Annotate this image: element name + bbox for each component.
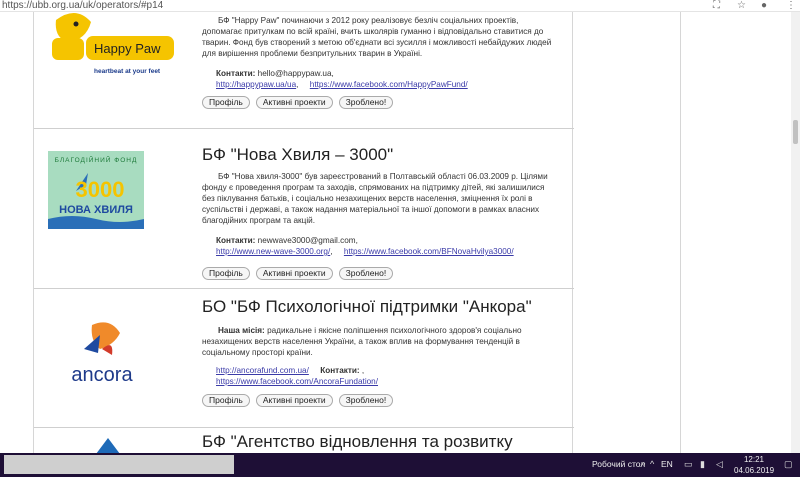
done-button[interactable]: Зроблено! — [338, 394, 394, 407]
notifications-icon[interactable]: ▢ — [784, 459, 793, 470]
happy-paw-description: БФ "Happy Paw" починаючи з 2012 року реа… — [202, 16, 552, 58]
active-projects-button[interactable]: Активні проекти — [255, 96, 333, 109]
ancora-logo-text: ancora — [71, 364, 133, 386]
divider — [34, 427, 574, 428]
page-viewport: Happy Paw heartbeat at your feet БФ "Hap… — [0, 12, 800, 453]
menu-icon[interactable]: ⋮ — [786, 0, 796, 11]
ancora-title[interactable]: БО "БФ Психологічної підтримки "Анкора" — [202, 297, 532, 317]
nova-hvylia-buttons: Профіль Активні проекти Зроблено! — [202, 267, 394, 280]
profile-button[interactable]: Профіль — [202, 267, 250, 280]
nova-hvylia-title[interactable]: БФ "Нова Хвиля – 3000" — [202, 145, 393, 165]
active-projects-button[interactable]: Активні проекти — [255, 394, 333, 407]
ancora-buttons: Профіль Активні проекти Зроблено! — [202, 394, 394, 407]
battery-icon[interactable]: ▮ — [700, 459, 705, 470]
divider — [34, 128, 574, 129]
scrollbar[interactable] — [791, 12, 800, 453]
done-button[interactable]: Зроблено! — [338, 267, 394, 280]
happy-paw-tagline: heartbeat at your feet — [94, 68, 161, 75]
profile-button[interactable]: Профіль — [202, 394, 250, 407]
agency-title[interactable]: БФ "Агентство відновлення та розвитку — [202, 432, 513, 452]
active-projects-button[interactable]: Активні проекти — [255, 267, 333, 280]
nova-hvylia-logo[interactable]: БЛАГОДІЙНИЙ ФОНД 3000 НОВА ХВИЛЯ — [48, 151, 144, 229]
nova-hvylia-site-link[interactable]: http://www.new-wave-3000.org/ — [216, 247, 330, 256]
happy-paw-logo[interactable]: Happy Paw heartbeat at your feet — [46, 12, 176, 80]
chevron-right-icon[interactable]: » — [641, 459, 645, 468]
chevron-up-icon[interactable]: ^ — [650, 459, 654, 469]
nova-hvylia-logo-number: 3000 — [76, 177, 125, 202]
ancora-logo[interactable]: ancora — [54, 319, 154, 389]
translate-icon[interactable]: ⛶ — [713, 0, 720, 11]
done-button[interactable]: Зроблено! — [338, 96, 394, 109]
sidebar-divider — [680, 12, 681, 453]
happy-paw-contacts: Контакти: hello@happypaw.ua, http://happ… — [216, 69, 468, 89]
ancora-facebook-link[interactable]: https://www.facebook.com/AncoraFundation… — [216, 377, 378, 386]
agency-logo[interactable] — [88, 434, 128, 453]
nova-hvylia-facebook-link[interactable]: https://www.facebook.com/BFNovaHvilya300… — [344, 247, 514, 256]
browser-address-bar[interactable]: https://ubb.org.ua/uk/operators/#p14 ⛶ ☆… — [0, 0, 800, 12]
ancora-contacts: http://ancorafund.com.ua/ Контакти: , ht… — [216, 366, 379, 386]
operators-list: Happy Paw heartbeat at your feet БФ "Hap… — [33, 12, 574, 453]
nova-hvylia-contacts: Контакти: newwave3000@gmail.com, http://… — [216, 236, 514, 256]
volume-icon[interactable]: ◁ — [716, 459, 723, 470]
taskbar-search-box[interactable] — [4, 455, 234, 474]
happy-paw-buttons: Профіль Активні проекти Зроблено! — [202, 96, 394, 109]
bookmark-star-icon[interactable]: ☆ — [737, 0, 746, 11]
profile-icon[interactable]: ● — [761, 0, 767, 11]
scrollbar-thumb[interactable] — [793, 120, 798, 144]
happy-paw-site-link[interactable]: http://happypaw.ua/ua — [216, 80, 296, 89]
taskbar: Робочий стол » ^ EN ▭ ▮ ◁ 12:21 04.06.20… — [0, 453, 800, 477]
desktop-toolbar-label[interactable]: Робочий стол — [592, 459, 645, 469]
clock[interactable]: 12:21 04.06.2019 — [734, 454, 774, 476]
happy-paw-facebook-link[interactable]: https://www.facebook.com/HappyPawFund/ — [310, 80, 468, 89]
nova-hvylia-logo-name: НОВА ХВИЛЯ — [59, 204, 133, 216]
ancora-site-link[interactable]: http://ancorafund.com.ua/ — [216, 366, 309, 375]
language-indicator[interactable]: EN — [661, 459, 673, 469]
nova-hvylia-logo-arc: БЛАГОДІЙНИЙ ФОНД — [55, 155, 138, 164]
profile-button[interactable]: Профіль — [202, 96, 250, 109]
divider — [34, 288, 574, 289]
keyboard-icon[interactable]: ▭ — [684, 459, 693, 470]
url-text[interactable]: https://ubb.org.ua/uk/operators/#p14 — [2, 0, 163, 11]
ancora-description: Наша місія: радикальне і якісне поліпшен… — [202, 326, 522, 357]
nova-hvylia-description: БФ "Нова хвиля-3000" був зареєстрований … — [202, 172, 548, 225]
happy-paw-logo-text: Happy Paw — [94, 41, 161, 56]
